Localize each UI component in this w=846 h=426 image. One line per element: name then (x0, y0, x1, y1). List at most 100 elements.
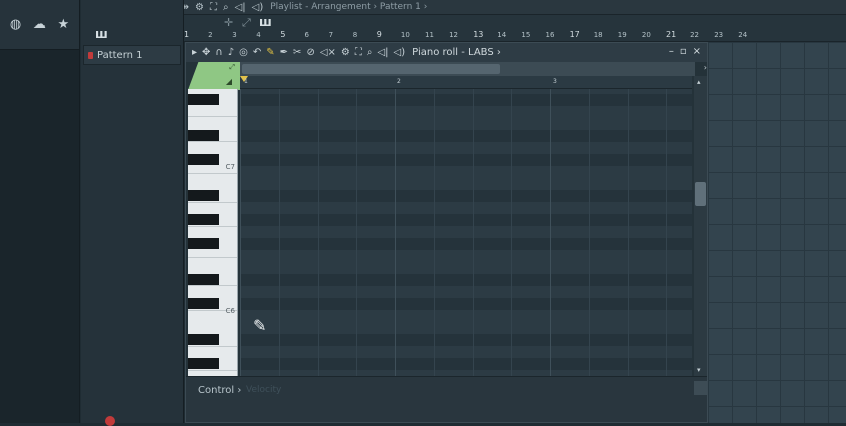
speaker-icon[interactable]: ◁) (394, 47, 406, 58)
triangle-icon: ◢ (225, 77, 232, 86)
white-key-separator (188, 226, 237, 227)
delete-icon[interactable]: ⊘ (306, 47, 314, 58)
playlist-title: Playlist - Arrangement › Pattern 1 › (270, 2, 428, 12)
piano-roll-window: ▸ ✥ ∩ ♪ ◎ ↶ ✎ ✒ ✂ ⊘ ◁× ⚙ ⛶ ⌕ ◁| ◁) Piano… (185, 42, 708, 423)
black-key[interactable] (188, 190, 219, 201)
piano-roll-title[interactable]: Piano roll - LABS › (412, 47, 501, 58)
black-key[interactable] (188, 334, 219, 345)
scroll-down-icon[interactable]: ▾ (697, 366, 701, 374)
close-icon[interactable]: × (693, 46, 701, 57)
playlist-grid[interactable] (708, 42, 846, 423)
vertical-scrollbar[interactable]: ▴ ▾ (694, 76, 707, 376)
select-icon[interactable]: ⛶ (210, 2, 217, 13)
black-key[interactable] (188, 274, 219, 285)
beat-line (356, 89, 358, 376)
pencil-icon[interactable]: ✎ (266, 47, 274, 58)
star-icon[interactable]: ★ (57, 17, 69, 32)
beat-line (472, 89, 474, 376)
piano-keyboard[interactable]: C7 C6 (188, 89, 238, 376)
grid-line (732, 42, 733, 423)
maximize-icon[interactable]: ▫ (680, 46, 687, 57)
beat-line (433, 89, 435, 376)
black-key[interactable] (188, 238, 219, 249)
horizontal-scrollbar[interactable]: › (240, 62, 707, 76)
timeline-bar-number: 13 (473, 30, 484, 39)
tool-pattern-icon[interactable]: ш (259, 15, 272, 29)
zoom-icon[interactable]: ⌕ (367, 47, 373, 58)
event-editor-scrollbar[interactable] (694, 381, 707, 395)
bar-number: 3 (553, 78, 557, 85)
grid-line (756, 42, 757, 423)
playlist-timeline[interactable]: 1 2 3 4 5 6 7 8 9 10 11 12 13 14 15 16 17 18 19 20 21 22 23 24 (184, 30, 846, 42)
pattern-name: Pattern 1 (97, 49, 143, 61)
piano-roll-ruler[interactable]: 1 2 3 (240, 76, 692, 89)
globe-icon[interactable]: ◍ (10, 17, 21, 32)
black-key[interactable] (188, 130, 219, 141)
black-key-lane (240, 130, 692, 142)
select-icon[interactable]: ⛶ (355, 47, 362, 58)
black-key[interactable] (188, 298, 219, 309)
magnet-icon[interactable]: ∩ (215, 47, 222, 58)
black-key[interactable] (188, 94, 219, 105)
beat-line (666, 89, 668, 376)
slice-icon[interactable]: ⚙ (341, 47, 350, 58)
speaker-icon[interactable]: ◁) (252, 2, 264, 13)
note-grid[interactable] (240, 89, 692, 376)
black-key-lane (240, 298, 692, 310)
timeline-bar-number: 3 (232, 31, 237, 39)
timeline-bar-number: 16 (545, 31, 555, 39)
scroll-right-icon[interactable]: › (704, 63, 707, 72)
event-editor: Control › Velocity (186, 376, 707, 422)
grid-line (708, 146, 846, 147)
black-key[interactable] (188, 154, 219, 165)
record-indicator (105, 416, 115, 426)
record-icon[interactable]: ◎ (239, 47, 248, 58)
piano-roll-corner[interactable]: ⤢ ◢ (188, 62, 240, 90)
timeline-bar-number: 6 (304, 31, 309, 39)
zoom-icon[interactable]: ⌕ (223, 2, 229, 13)
pattern-list-item[interactable]: Pattern 1 (83, 45, 181, 65)
white-key-separator (188, 141, 237, 142)
cloud-icon[interactable]: ☁ (33, 17, 46, 32)
black-key-lane (240, 358, 692, 370)
black-key-lane (240, 154, 692, 166)
wrench-icon[interactable]: ✥ (202, 47, 210, 58)
control-selector[interactable]: Control › (198, 385, 241, 396)
grid-line (708, 120, 846, 121)
black-key-lane (240, 238, 692, 250)
tool-plus-icon[interactable]: ✛ (224, 16, 233, 29)
grid-line (708, 172, 846, 173)
timeline-bar-number: 22 (690, 31, 700, 39)
chop-icon[interactable]: ✂ (293, 47, 301, 58)
octave-label: C7 (225, 163, 235, 171)
playback-icon[interactable]: ◁| (235, 2, 246, 13)
pattern-picker-button[interactable]: ш (95, 27, 108, 41)
timeline-bar-number: 5 (280, 30, 286, 39)
black-key[interactable] (188, 358, 219, 369)
piano-roll-titlebar[interactable]: ▸ ✥ ∩ ♪ ◎ ↶ ✎ ✒ ✂ ⊘ ◁× ⚙ ⛶ ⌕ ◁| ◁) Piano… (186, 43, 707, 62)
grid-line (804, 42, 805, 423)
playlist-subbar: ✛ ⤢ ш + MIXE CHAN PAT (184, 15, 846, 44)
menu-arrow-icon[interactable]: ▸ (192, 47, 197, 58)
note-icon[interactable]: ♪ (228, 47, 234, 58)
slice-icon[interactable]: ⚙ (195, 2, 204, 13)
white-key-separator (188, 257, 237, 258)
black-key[interactable] (188, 214, 219, 225)
tool-link-icon[interactable]: ⤢ (242, 16, 251, 30)
white-key-separator (188, 285, 237, 286)
scroll-up-icon[interactable]: ▴ (697, 78, 701, 86)
minimize-icon[interactable]: – (669, 46, 674, 57)
timeline-bar-number: 2 (208, 31, 213, 39)
grid-line (828, 42, 829, 423)
playlist-track-column: ш Pattern 1 (81, 0, 184, 426)
undo-icon[interactable]: ↶ (253, 47, 261, 58)
resize-icon[interactable]: ⤢ (229, 63, 235, 72)
mute-icon[interactable]: ◁× (320, 47, 336, 58)
horizontal-scroll-thumb[interactable] (242, 64, 500, 74)
playback-icon[interactable]: ◁| (377, 47, 388, 58)
grid-line (708, 198, 846, 199)
brush-icon[interactable]: ✒ (280, 47, 288, 58)
timeline-bar-number: 18 (593, 31, 603, 39)
vertical-scroll-thumb[interactable] (695, 182, 706, 206)
timeline-bar-number: 24 (738, 31, 748, 39)
